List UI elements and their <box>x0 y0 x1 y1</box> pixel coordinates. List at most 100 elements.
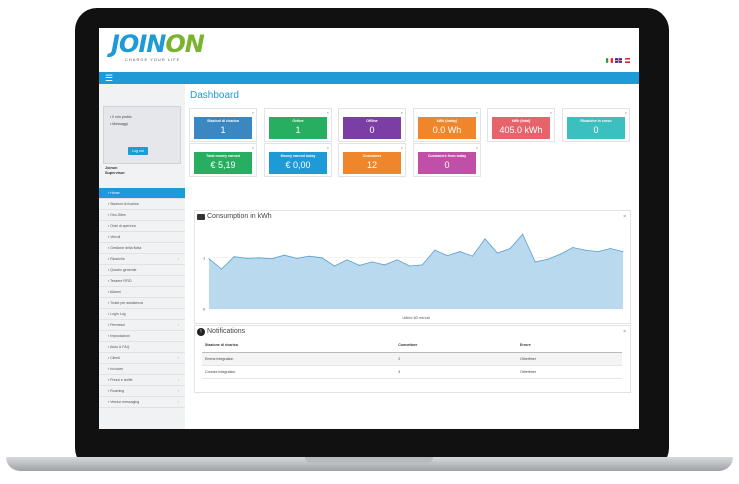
stat-tile[interactable]: × Customers from today 0 <box>413 143 481 177</box>
sidebar-item[interactable]: ▪ Veicoli <box>99 232 185 243</box>
stat-tile-body: Online 1 <box>269 117 327 139</box>
sidebar-item[interactable]: ▪ Ricariche › <box>99 254 185 265</box>
stat-tile[interactable]: × Ricariche in corso 0 <box>562 108 630 142</box>
stat-tile[interactable]: × Online 1 <box>264 108 332 142</box>
stat-tile-body: kWh (total) 405.0 kWh <box>492 117 550 139</box>
table-cell: 4 <box>395 365 517 379</box>
stat-tile[interactable]: × kWh (total) 405.0 kWh <box>487 108 555 142</box>
data-point <box>384 264 386 266</box>
table-header[interactable]: Connettore <box>395 338 517 353</box>
messages-link[interactable]: ▪ Messaggi <box>110 122 128 126</box>
close-icon[interactable]: × <box>401 145 403 150</box>
data-point <box>559 253 561 255</box>
sidebar-item-label: Orari di apertura <box>110 224 136 228</box>
notifications-title: Notifications <box>207 328 246 335</box>
close-icon[interactable]: × <box>327 110 329 115</box>
sidebar-item[interactable]: ▪ Quadro generale <box>99 265 185 276</box>
sidebar-item[interactable]: ▪ Permessi › <box>99 320 185 331</box>
close-icon[interactable]: × <box>550 110 552 115</box>
stat-tile[interactable]: × kWh (today) 0.0 Wh <box>413 108 481 142</box>
stat-tile[interactable]: × Customers 12 <box>338 143 406 177</box>
app-screen: JOINON CHARGE YOUR LIFE ☰ ▪ Il mio profi… <box>99 28 639 429</box>
table-header[interactable]: Errore <box>516 338 622 353</box>
close-icon[interactable]: × <box>252 145 254 150</box>
table-row[interactable]: Connex Integration 4 Otherfiner <box>202 365 622 379</box>
sidebar-item-label: Aiuto & FAQ <box>110 345 130 349</box>
sidebar-item-label: Impostazioni <box>110 334 130 338</box>
flag-it-icon[interactable] <box>606 58 613 63</box>
data-point <box>421 264 423 266</box>
nav-strip: ☰ <box>99 72 639 84</box>
data-point <box>572 247 574 248</box>
sidebar-item[interactable]: ▪ Orari di apertura <box>99 221 185 232</box>
data-point <box>258 257 260 259</box>
sidebar-item[interactable]: ▪ Gestione della flotta <box>99 243 185 254</box>
chevron-right-icon: › <box>177 323 179 327</box>
sidebar-item[interactable]: ▪ Tessere RFID <box>99 276 185 287</box>
sidebar-item[interactable]: ▪ Geo-Sites <box>99 210 185 221</box>
table-cell: 2 <box>395 352 517 366</box>
sidebar-item[interactable]: ▪ Ticket per assistenza <box>99 298 185 309</box>
sidebar-item[interactable]: ▪ Clienti › <box>99 353 185 364</box>
close-icon[interactable]: × <box>476 110 478 115</box>
close-icon[interactable]: × <box>401 110 403 115</box>
data-point <box>296 257 298 259</box>
stat-value: 0 <box>444 160 450 170</box>
stat-value: 0 <box>593 125 599 135</box>
stat-tile[interactable]: × Offline 0 <box>338 108 406 142</box>
sidebar-item[interactable]: ▪ Vendor messaging › <box>99 397 185 408</box>
table-row[interactable]: Emma Integration 2 Otherfiner <box>202 352 622 366</box>
stat-tile-body: Customers 12 <box>343 152 401 174</box>
sidebar-item[interactable]: ▪ Stazioni di ricarica <box>99 199 185 210</box>
sidebar-item[interactable]: ▪ Prezzi e tariffe › <box>99 375 185 386</box>
close-icon[interactable]: × <box>625 110 627 115</box>
sidebar-item-label: Gestione della flotta <box>110 246 142 250</box>
stat-tile[interactable]: × Stazioni di ricarica 1 <box>189 108 257 142</box>
sidebar-item-label: Roaming <box>110 389 125 393</box>
stat-tile[interactable]: × Total money earned € 5,19 <box>189 143 257 177</box>
logout-button[interactable]: Log out <box>128 147 148 155</box>
sidebar-item-label: Tessere RFID <box>110 279 132 283</box>
sidebar-menu: ▪ Home ▪ Stazioni di ricarica ▪ Geo-Sites ▪… <box>99 188 185 408</box>
consumption-panel: Consumption in kWh × 1 0 Ultimi 60 minuti <box>194 210 631 324</box>
data-point <box>472 255 473 257</box>
area-fill <box>209 234 623 309</box>
table-header[interactable]: Stazione di ricarica <box>202 338 396 353</box>
stat-tile-body: Customers from today 0 <box>418 152 476 174</box>
sidebar-item[interactable]: ▪ Login Log <box>99 309 185 320</box>
stat-tile-body: Total money earned € 5,19 <box>194 152 252 174</box>
data-point <box>359 264 360 266</box>
data-point <box>283 254 285 256</box>
brand-logo[interactable]: JOINON <box>111 30 205 58</box>
sidebar-item[interactable]: ▪ Impostazioni <box>99 331 185 342</box>
close-icon[interactable]: × <box>252 110 254 115</box>
close-icon[interactable]: × <box>623 211 626 223</box>
flag-gb-icon[interactable] <box>615 58 622 63</box>
sidebar-item[interactable]: ▪ Home <box>99 188 185 199</box>
sidebar-item-label: Stazioni di ricarica <box>110 202 139 206</box>
sidebar-item[interactable]: ▪ Invoices <box>99 364 185 375</box>
profile-link[interactable]: ▪ Il mio profilo <box>110 115 132 119</box>
data-point <box>396 259 398 261</box>
consumption-chart: 1 0 Ultimi 60 minuti <box>203 233 624 320</box>
close-icon[interactable]: × <box>327 145 329 150</box>
sidebar-item[interactable]: ▪ Roaming › <box>99 386 185 397</box>
flag-at-icon[interactable] <box>624 58 631 63</box>
stat-tile[interactable]: × Money earned today € 0,00 <box>264 143 332 177</box>
language-flags <box>606 58 631 63</box>
data-point <box>622 251 624 253</box>
sidebar-item-label: Quadro generale <box>110 268 137 272</box>
data-point <box>459 251 461 253</box>
brand-tagline: CHARGE YOUR LIFE <box>125 57 181 62</box>
notifications-header: ! Notifications × <box>195 326 630 338</box>
sidebar-item[interactable]: ▪ Allarmi <box>99 287 185 298</box>
stat-tile-body: kWh (today) 0.0 Wh <box>418 117 476 139</box>
data-point <box>434 249 436 251</box>
data-point <box>484 238 486 240</box>
hamburger-icon[interactable]: ☰ <box>105 73 113 83</box>
stat-value: € 0,00 <box>285 160 311 170</box>
sidebar-item[interactable]: ▪ Aiuto & FAQ <box>99 342 185 353</box>
data-point <box>208 258 210 260</box>
close-icon[interactable]: × <box>476 145 478 150</box>
close-icon[interactable]: × <box>623 326 626 338</box>
